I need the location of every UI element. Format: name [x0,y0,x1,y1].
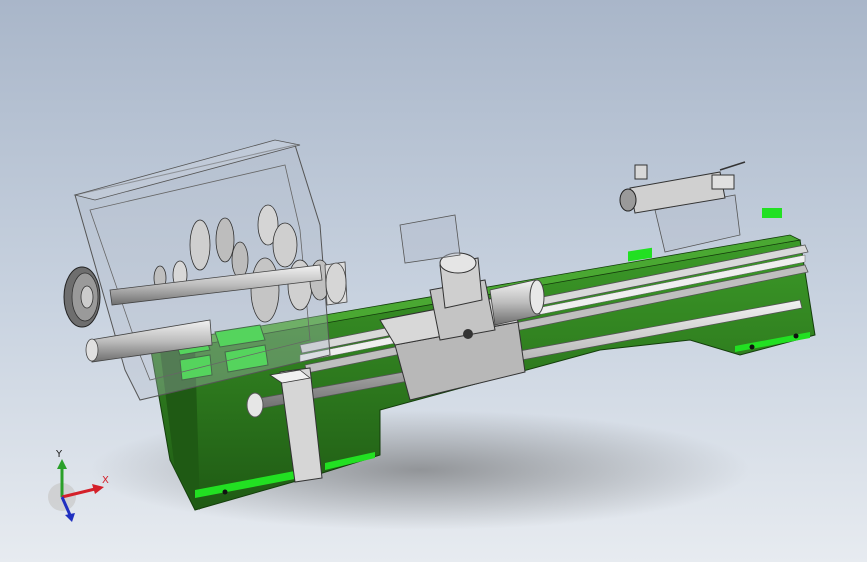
lathe-model[interactable] [0,0,867,562]
y-axis-arrow [57,459,67,469]
pad-top-2 [762,208,782,218]
tailstock[interactable] [619,161,746,253]
x-axis-label: X [102,475,109,486]
3d-viewport[interactable]: Y X [0,0,867,562]
headstock-handwheel[interactable] [63,266,101,328]
bolt [222,489,228,495]
bolt [749,344,755,350]
z-axis-arrow [65,513,75,522]
axis-triad: Y X [48,449,109,522]
bolt [793,333,799,339]
y-axis-label: Y [55,449,63,460]
